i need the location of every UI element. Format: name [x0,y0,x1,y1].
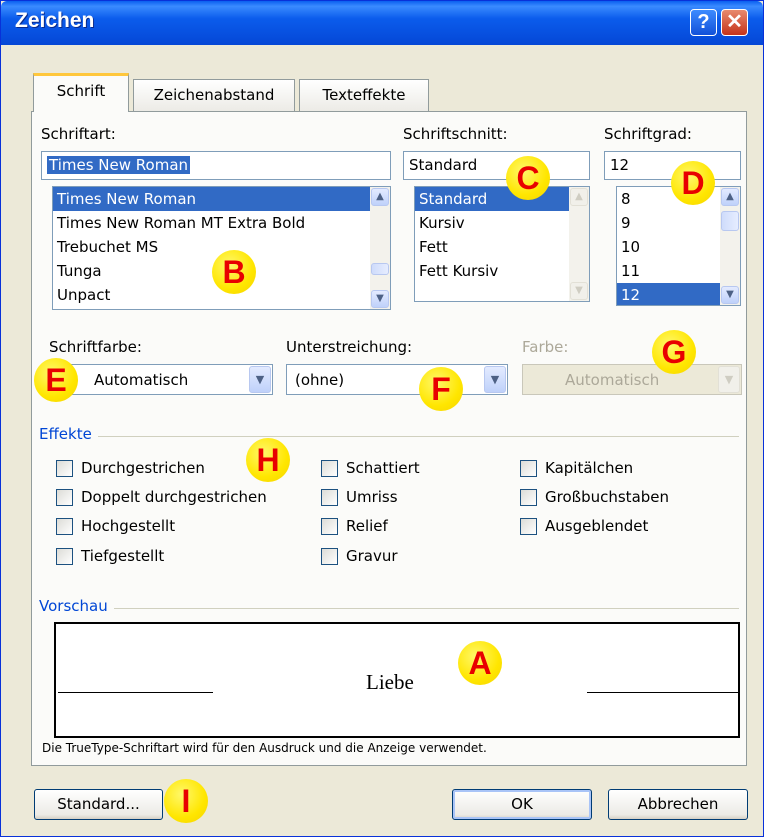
default-button[interactable]: Standard... [34,789,163,820]
scroll-up-icon[interactable]: ▲ [721,188,739,206]
checkbox-box[interactable] [56,548,73,565]
annotation-marker-g: G [652,330,696,374]
help-button[interactable]: ? [690,9,717,36]
style-input[interactable]: Standard [403,151,590,180]
color-select-value: Automatisch [94,371,189,389]
checkbox-box[interactable] [520,489,537,506]
checkbox-box[interactable] [520,460,537,477]
style-list-item[interactable]: Kursiv [415,211,589,235]
title-bar[interactable]: Zeichen ? ✕ [1,1,763,45]
ok-button[interactable]: OK [452,789,592,820]
checkbox-label: Ausgeblendet [545,517,649,535]
preview-line-left [58,692,213,693]
checkbox-label: Doppelt durchgestrichen [81,488,267,506]
checkbox-box[interactable] [321,489,338,506]
checkbox-box[interactable] [321,548,338,565]
preview-title: Vorschau [39,597,114,615]
checkbox-label: Hochgestellt [81,517,176,535]
annotation-marker-i: I [164,779,208,823]
scroll-thumb[interactable] [721,211,739,231]
effects-title: Effekte [39,425,98,443]
annotation-marker-a: A [458,641,502,685]
tab-zeichenabstand[interactable]: Zeichenabstand [133,79,295,111]
underline-color-value: Automatisch [565,371,660,389]
font-input-value: Times New Roman [47,156,191,174]
checkbox-label: Großbuchstaben [545,488,670,506]
checkbox-box[interactable] [520,518,537,535]
scroll-up-icon: ▲ [570,188,588,206]
checkbox-box[interactable] [56,460,73,477]
size-list[interactable]: 8 9 10 11 12 ▲ ▼ [616,186,741,306]
preview-line-right [587,692,740,693]
font-input[interactable]: Times New Roman [41,151,391,180]
style-list-item[interactable]: Standard [415,187,589,211]
cancel-button[interactable]: Abbrechen [608,789,748,820]
tab-texteffekte[interactable]: Texteffekte [299,79,429,111]
size-list-scrollbar[interactable]: ▲ ▼ [720,187,740,305]
style-list-scrollbar: ▲ ▼ [569,187,589,301]
annotation-marker-c: C [506,156,550,200]
checkbox-label: Gravur [346,547,398,565]
preview-sample-text: Liebe [366,670,414,694]
color-label: Schriftfarbe: [49,338,142,356]
font-dialog: Zeichen ? ✕ Schrift Zeichenabstand Texte… [0,0,764,837]
annotation-marker-d: D [671,161,715,205]
scroll-up-icon[interactable]: ▲ [371,188,389,206]
checkbox-box[interactable] [321,460,338,477]
close-button[interactable]: ✕ [721,9,748,36]
window-title: Zeichen [15,9,95,32]
annotation-marker-b: B [212,250,256,294]
annotation-marker-f: F [419,367,463,411]
underline-select-value: (ohne) [295,371,345,389]
annotation-marker-e: E [34,358,78,402]
checkbox-label: Durchgestrichen [81,459,205,477]
size-label: Schriftgrad: [604,125,692,143]
checkbox-label: Tiefgestellt [81,547,165,565]
scroll-thumb[interactable] [371,263,389,275]
chevron-down-icon[interactable]: ▼ [484,366,506,393]
checkbox-box[interactable] [56,489,73,506]
style-list[interactable]: Standard Kursiv Fett Fett Kursiv ▲ ▼ [414,186,590,302]
style-label: Schriftschnitt: [403,125,508,143]
font-label: Schriftart: [41,125,116,143]
checkbox-label: Relief [346,517,388,535]
effects-divider [41,436,739,437]
underline-color-select: Automatisch ▼ [522,364,742,395]
style-list-item[interactable]: Fett [415,235,589,259]
preview-note: Die TrueType-Schriftart wird für den Aus… [42,741,487,755]
style-list-item[interactable]: Fett Kursiv [415,259,589,283]
scroll-down-icon: ▼ [570,282,588,300]
font-list-scrollbar[interactable]: ▲ ▼ [370,187,390,309]
underline-select[interactable]: (ohne) ▼ [286,364,508,395]
tab-schrift[interactable]: Schrift [33,73,129,112]
checkbox-label: Umriss [346,488,398,506]
chevron-down-icon: ▼ [718,366,740,393]
scroll-down-icon[interactable]: ▼ [721,286,739,304]
font-list[interactable]: Times New Roman Times New Roman MT Extra… [52,186,391,310]
chevron-down-icon[interactable]: ▼ [249,366,271,393]
checkbox-label: Schattiert [346,459,420,477]
checkbox-box[interactable] [56,518,73,535]
preview-divider [41,608,739,609]
underline-color-label: Farbe: [522,338,569,356]
preview-box: Liebe [54,622,740,738]
checkbox-label: Kapitälchen [545,459,634,477]
scroll-down-icon[interactable]: ▼ [371,290,389,308]
annotation-marker-h: H [246,438,290,482]
checkbox-box[interactable] [321,518,338,535]
underline-label: Unterstreichung: [286,338,413,356]
color-select[interactable]: Automatisch ▼ [45,364,273,395]
font-list-item[interactable]: Times New Roman [53,187,390,211]
font-list-item[interactable]: Times New Roman MT Extra Bold [53,211,390,235]
